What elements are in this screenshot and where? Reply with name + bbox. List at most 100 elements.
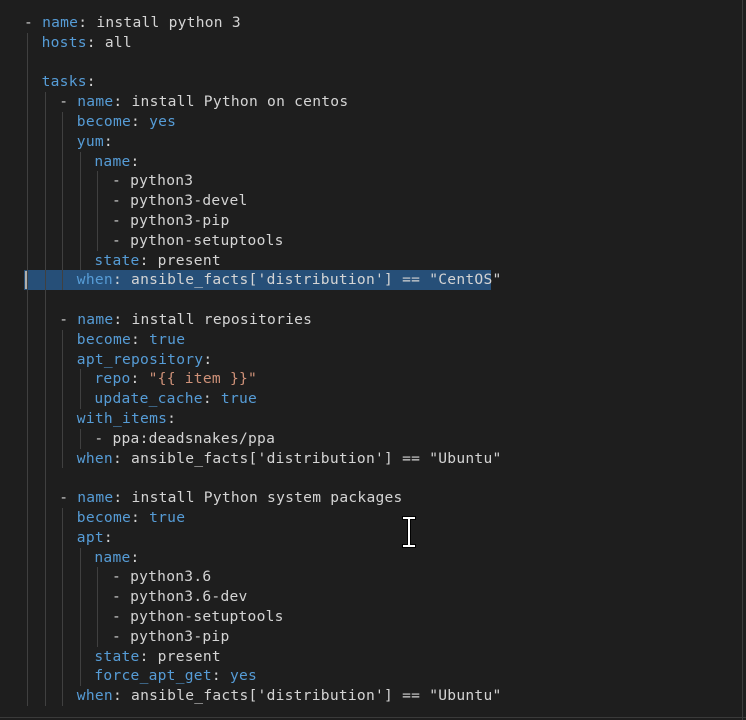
code-line[interactable]: - name: install Python on centos	[0, 92, 740, 112]
indent-guide	[44, 210, 46, 231]
code-line[interactable]	[0, 290, 740, 310]
code-line[interactable]: - python-setuptools	[0, 606, 740, 627]
code-line[interactable]: - name: install Python system packages	[0, 488, 740, 508]
yaml-key: name	[77, 310, 114, 328]
indent-guide	[62, 230, 64, 251]
yaml-key: tasks	[41, 73, 87, 91]
indent-guide	[44, 92, 46, 112]
code-line[interactable]: apt:	[0, 527, 740, 548]
indent-guide	[44, 507, 46, 528]
yaml-value: present	[157, 251, 221, 269]
yaml-value: python3-pip	[130, 211, 230, 229]
line-content: - python3.6-dev	[112, 587, 248, 607]
indent-guide	[44, 408, 46, 429]
indent-guide	[44, 151, 46, 172]
code-line[interactable]: with_items:	[0, 408, 740, 429]
code-line[interactable]: update_cache: true	[0, 389, 740, 409]
yaml-key: when	[76, 271, 113, 289]
code-line[interactable]: - python3-pip	[0, 626, 740, 647]
yaml-key: become	[76, 112, 132, 130]
indent-guide	[27, 290, 28, 310]
yaml-value: install python 3	[96, 14, 241, 31]
code-line[interactable]: when: ansible_facts['distribution'] == "…	[0, 448, 740, 469]
yaml-key: name	[77, 489, 114, 507]
code-line[interactable]: - python3.6	[0, 567, 740, 588]
yaml-key: force_apt_get	[94, 667, 212, 685]
code-line[interactable]: - name: install repositories	[0, 309, 740, 330]
code-line[interactable]: - name: install python 3	[0, 13, 740, 33]
indent-guide	[27, 349, 28, 370]
indent-guide	[44, 290, 46, 310]
code-line[interactable]: - python3.6-dev	[0, 587, 740, 607]
code-line[interactable]: - python3	[0, 171, 740, 192]
code-line[interactable]: name:	[0, 547, 740, 568]
indent-guide	[44, 428, 46, 449]
code-line[interactable]: become: true	[0, 329, 740, 350]
yaml-key: name	[94, 548, 131, 566]
indent-guide	[79, 250, 81, 271]
code-line[interactable]: force_apt_get: yes	[0, 666, 740, 687]
indent-guide	[97, 210, 99, 231]
yaml-value: python-setuptools	[130, 231, 284, 249]
line-content: tasks:	[42, 72, 96, 92]
indent-guide	[27, 587, 28, 607]
yaml-value: python3-pip	[130, 627, 230, 645]
code-line[interactable]: hosts: all	[0, 32, 740, 53]
indent-guide	[97, 606, 99, 627]
indent-guide	[44, 349, 46, 370]
code-editor[interactable]: - name: install python 3 hosts: all tasks:…	[0, 0, 746, 720]
code-line[interactable]: tasks:	[0, 72, 740, 93]
code-line[interactable]: - python-setuptools	[0, 230, 740, 251]
indent-guide	[44, 111, 46, 132]
yaml-value: all	[104, 33, 132, 51]
key-colon: :	[202, 390, 221, 408]
yaml-value: install Python system packages	[131, 489, 403, 507]
code-line[interactable]: state: present	[0, 250, 740, 271]
indent-guide	[79, 151, 81, 172]
code-line[interactable]: - ppa:deadsnakes/ppa	[0, 428, 740, 449]
yaml-key: apt	[76, 528, 104, 546]
code-line[interactable]: - python3-devel	[0, 191, 740, 211]
line-content: force_apt_get: yes	[94, 666, 257, 686]
yaml-value: ppa:deadsnakes/ppa	[112, 429, 276, 447]
indent-guide	[79, 587, 81, 607]
code-line[interactable]: state: present	[0, 646, 740, 667]
indent-guide	[79, 626, 81, 647]
yaml-key: become	[76, 508, 132, 526]
code-line[interactable]: yum:	[0, 131, 740, 152]
code-line[interactable]: become: yes	[0, 111, 740, 132]
key-colon: :	[139, 251, 158, 269]
line-content: - python3	[112, 171, 193, 191]
key-colon: :	[131, 508, 150, 526]
line-content: - name: install Python on centos	[59, 92, 348, 112]
indent-guide	[62, 191, 64, 211]
code-line[interactable]: when: ansible_facts['distribution'] == "…	[0, 686, 740, 706]
indent-guide	[27, 646, 28, 667]
indent-guide	[79, 210, 81, 231]
line-content: hosts: all	[42, 33, 132, 53]
code-line[interactable]	[0, 468, 740, 489]
text-ibeam-cursor-icon	[402, 516, 416, 548]
list-dash: -	[112, 211, 131, 229]
indent-guide	[27, 151, 28, 172]
indent-guide	[44, 270, 46, 291]
indent-guide	[79, 666, 81, 687]
code-line[interactable]: name:	[0, 151, 740, 172]
code-line[interactable]	[0, 52, 740, 73]
indent-guide	[62, 666, 64, 687]
code-line[interactable]: become: true	[0, 507, 740, 528]
key-colon: :	[103, 132, 113, 150]
indent-guide	[62, 349, 64, 370]
indent-guide	[44, 686, 46, 706]
code-line[interactable]: apt_repository:	[0, 349, 740, 370]
indent-guide	[27, 32, 28, 53]
line-content: - python3-pip	[112, 211, 229, 231]
indent-guide	[27, 666, 28, 687]
indent-guide	[79, 547, 81, 568]
indent-guide	[97, 191, 99, 211]
code-line-selected[interactable]: when: ansible_facts['distribution'] == "…	[0, 270, 740, 291]
code-area[interactable]: - name: install python 3 hosts: all tasks:…	[0, 13, 740, 706]
code-line[interactable]: repo: "{{ item }}"	[0, 369, 740, 390]
line-content: when: ansible_facts['distribution'] == "…	[77, 686, 502, 706]
code-line[interactable]: - python3-pip	[0, 210, 740, 231]
